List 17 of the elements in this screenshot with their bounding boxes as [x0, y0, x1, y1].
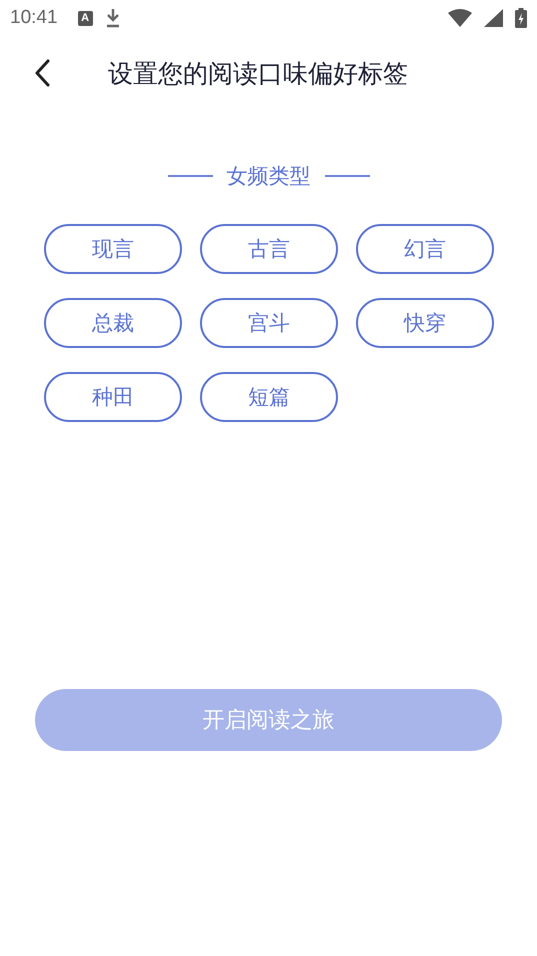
battery-charging-icon: [515, 8, 527, 28]
tag-chip[interactable]: 古言: [200, 224, 338, 274]
signal-icon: [484, 9, 503, 27]
tag-chip[interactable]: 幻言: [356, 224, 494, 274]
tag-chip[interactable]: 总裁: [44, 298, 182, 348]
page-title: 设置您的阅读口味偏好标签: [108, 58, 408, 90]
download-icon: [104, 8, 121, 28]
section-title: 女频类型: [226, 163, 310, 190]
keyboard-notification-icon: A: [78, 10, 93, 26]
tag-chip[interactable]: 短篇: [200, 372, 338, 422]
tag-chip[interactable]: 宫斗: [200, 298, 338, 348]
tag-chip[interactable]: 种田: [44, 372, 182, 422]
tag-chip[interactable]: 快穿: [356, 298, 494, 348]
wifi-icon: [448, 9, 472, 27]
status-time: 10:41: [10, 7, 58, 29]
tag-chip[interactable]: 现言: [44, 224, 182, 274]
back-icon[interactable]: [34, 59, 50, 87]
